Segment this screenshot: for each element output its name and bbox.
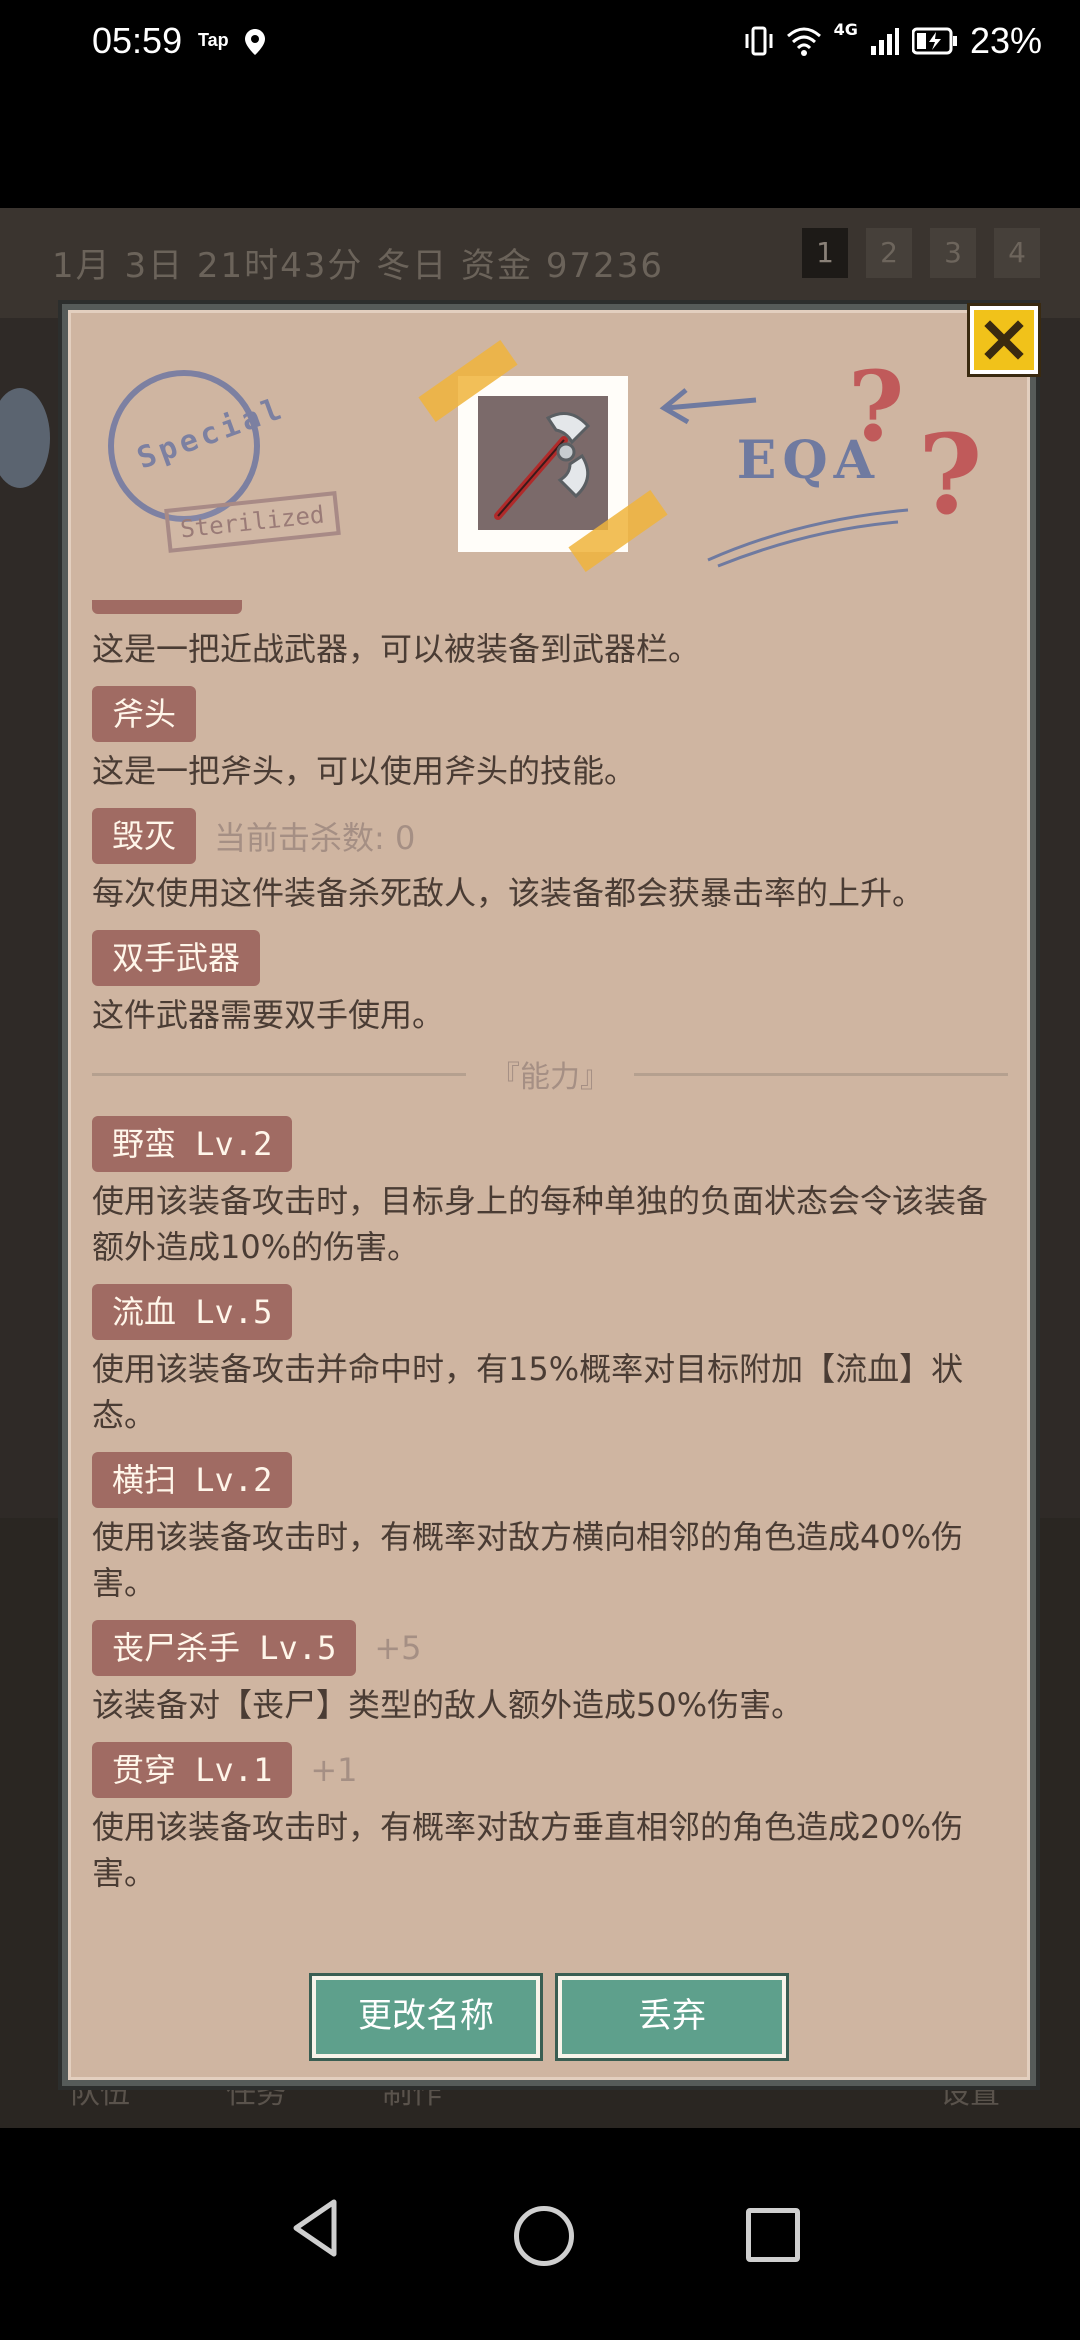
divider-line (634, 1072, 1008, 1076)
background-page-tab: 1 (802, 228, 848, 278)
location-icon (245, 29, 265, 55)
vibrate-icon (745, 26, 773, 56)
item-image-frame (418, 340, 668, 572)
trait-desc-two-handed: 这件武器需要双手使用。 (92, 996, 445, 1034)
background-page-tab: 2 (866, 228, 912, 278)
ability-tag-zombie-slayer: 丧尸杀手 Lv.5 (92, 1620, 357, 1676)
close-icon (984, 320, 1024, 360)
ability-row: 流血 Lv.5 (92, 1284, 1008, 1340)
trait-row: 毁灭 当前击杀数: 0 (92, 808, 1008, 864)
melee-weapon-desc: 这是一把近战武器，可以被装备到武器栏。 (92, 630, 701, 668)
arrow-doodle-icon (659, 388, 757, 425)
ability-desc-zombie-slayer: 该装备对【丧尸】类型的敌人额外造成50%伤害。 (92, 1686, 804, 1724)
background-page-tab: 3 (930, 228, 976, 278)
trait-row: 斧头 (92, 686, 1008, 742)
trait-desc-axe: 这是一把斧头，可以使用斧头的技能。 (92, 752, 637, 790)
question-mark-icon: ? (918, 410, 983, 539)
battery-percent: 23% (969, 20, 1042, 61)
melee-weapon-tag-partial (92, 600, 242, 614)
system-nav-bar (0, 2130, 1080, 2340)
ability-tag-sweep: 横扫 Lv.2 (92, 1452, 293, 1508)
ability-desc-bleed: 使用该装备攻击并命中时，有15%概率对目标附加【流血】状态。 (92, 1350, 964, 1434)
background-page-tab: 4 (994, 228, 1040, 278)
battle-axe-icon (494, 412, 591, 520)
status-bar: 05:59 Tap 4G 23% (0, 0, 1080, 90)
wifi-icon (786, 27, 821, 56)
trait-desc-destroy: 每次使用这件装备杀死敌人，该装备都会获暴击率的上升。 (92, 874, 925, 912)
battery-icon (911, 27, 957, 55)
rename-button[interactable]: 更改名称 (312, 1976, 540, 2058)
tap-app-icon: Tap (198, 30, 229, 50)
trait-tag-two-handed: 双手武器 (92, 930, 261, 986)
recents-icon[interactable] (746, 2208, 800, 2262)
abilities-divider: 『能力』 (92, 1052, 1008, 1096)
ability-row: 贯穿 Lv.1 +1 (92, 1742, 1008, 1798)
ability-desc-pierce: 使用该装备攻击时，有概率对敌方垂直相邻的角色造成20%伤害。 (92, 1808, 964, 1892)
trait-tag-destroy: 毁灭 (92, 808, 197, 864)
special-stamp: Special (108, 370, 290, 522)
ability-bonus: +5 (374, 1629, 422, 1667)
background-page-tabs: 1 2 3 4 (802, 228, 1040, 278)
item-image (478, 396, 608, 530)
home-icon[interactable] (514, 2206, 574, 2266)
question-mark-icon: ? (848, 350, 905, 463)
kill-count-text: 当前击杀数: 0 (214, 819, 416, 857)
item-detail-dialog: Special Sterilized EQA ? ? 这是一把近战武器，可以被装… (62, 304, 1038, 2086)
status-right: 4G 23% (744, 20, 1042, 62)
ability-row: 横扫 Lv.2 (92, 1452, 1008, 1508)
ability-desc-barbaric: 使用该装备攻击时，目标身上的每种单独的负面状态会令该装备额外造成10%的伤害。 (92, 1182, 989, 1266)
back-icon[interactable] (290, 2198, 340, 2258)
ability-tag-barbaric: 野蛮 Lv.2 (92, 1116, 293, 1172)
status-time: 05:59 (92, 20, 183, 61)
stamp-text: Special (132, 390, 290, 477)
ability-row: 野蛮 Lv.2 (92, 1116, 1008, 1172)
trait-tag-axe: 斧头 (92, 686, 197, 742)
trait-row: 双手武器 (92, 930, 1008, 986)
close-button[interactable] (970, 306, 1038, 374)
abilities-title: 『能力』 (490, 1060, 610, 1095)
item-detail-scroll-content[interactable]: 这是一把近战武器，可以被装备到武器栏。 斧头 这是一把斧头，可以使用斧头的技能。… (92, 600, 1008, 1950)
dialog-actions: 更改名称 丢弃 (68, 1976, 1030, 2058)
ability-row: 丧尸杀手 Lv.5 +5 (92, 1620, 1008, 1676)
item-header: Special Sterilized EQA ? ? (68, 310, 1030, 590)
ability-tag-pierce: 贯穿 Lv.1 (92, 1742, 293, 1798)
ability-tag-bleed: 流血 Lv.5 (92, 1284, 293, 1340)
ability-desc-sweep: 使用该装备攻击时，有概率对敌方横向相邻的角色造成40%伤害。 (92, 1518, 964, 1602)
scribble-lines-icon (707, 508, 909, 568)
ability-bonus: +1 (310, 1751, 358, 1789)
divider-line (92, 1072, 466, 1076)
discard-button[interactable]: 丢弃 (558, 1976, 786, 2058)
signal-icon (870, 28, 899, 55)
network-type: 4G (833, 20, 858, 39)
background-date-funds: 1月 3日 21时43分 冬日 资金 97236 (52, 246, 664, 286)
background-top-bar: 1月 3日 21时43分 冬日 资金 97236 1 2 3 4 (0, 208, 1080, 318)
